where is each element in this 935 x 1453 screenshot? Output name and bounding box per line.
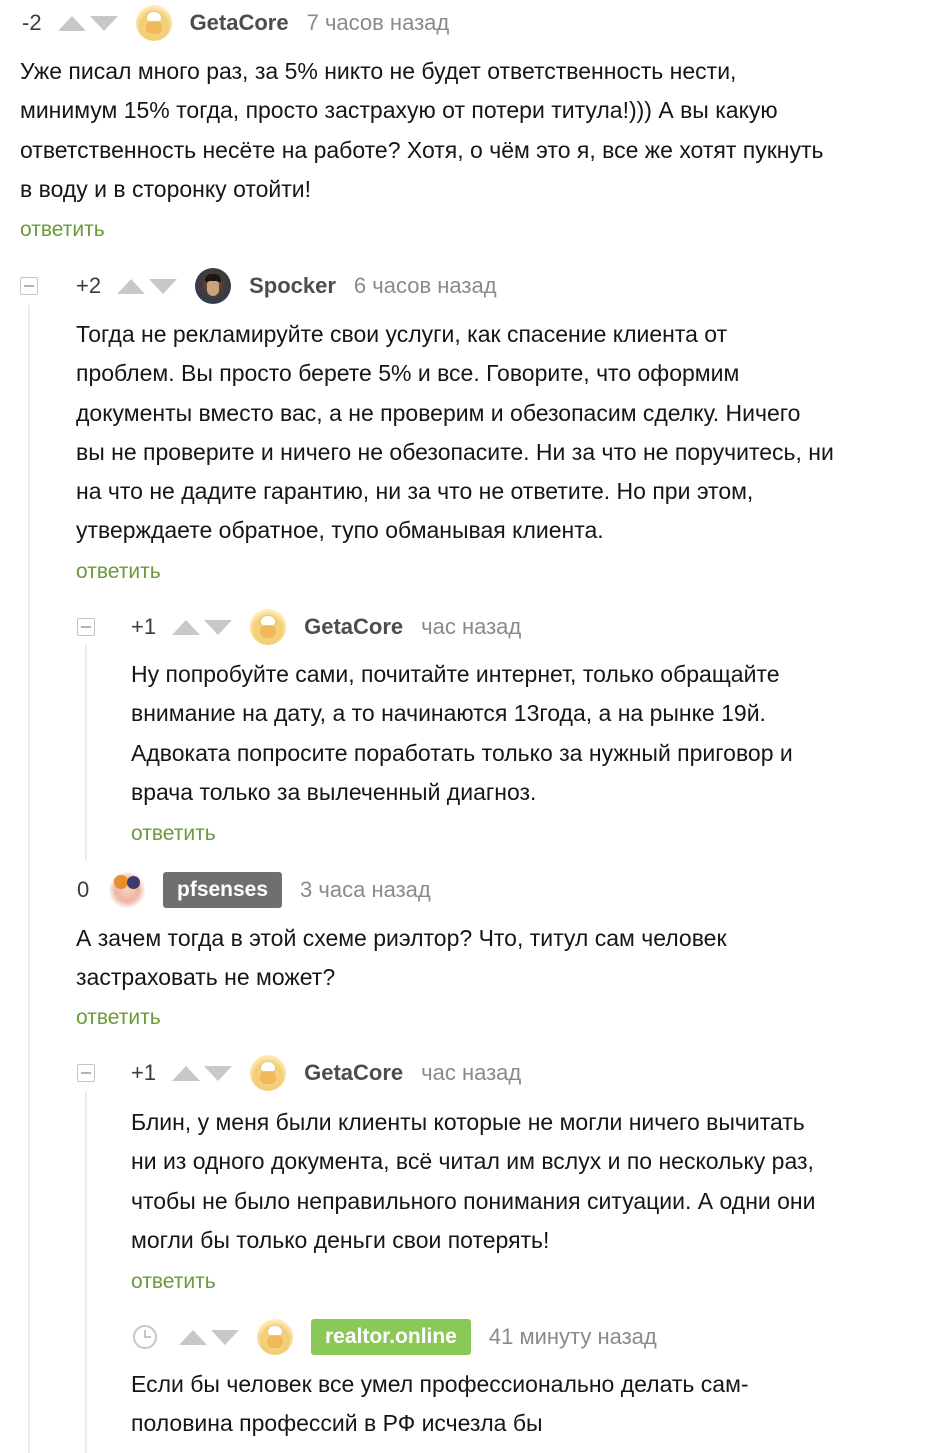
thread-line — [28, 305, 30, 1453]
vote-up-icon[interactable] — [172, 619, 201, 635]
thread-line — [85, 645, 87, 860]
comment-header: +2 Spocker 6 часов назад — [20, 266, 497, 306]
vote-down-icon[interactable] — [149, 278, 178, 294]
comment-header: +1 GetaCore час назад — [77, 607, 521, 647]
clock-icon — [133, 1325, 157, 1349]
comment-text: Уже писал много раз, за 5% никто не буде… — [20, 58, 824, 202]
comment-rating: 0 — [77, 877, 90, 902]
comment-author[interactable]: GetaCore — [304, 614, 403, 640]
comment-text: Если бы человек все умел профессионально… — [131, 1371, 749, 1437]
comment-time[interactable]: 7 часов назад — [307, 10, 450, 36]
comment-author[interactable]: GetaCore — [304, 1060, 403, 1086]
author-badge[interactable]: pfsenses — [163, 872, 283, 908]
vote-down-icon[interactable] — [204, 1065, 233, 1081]
comment-time[interactable]: 6 часов назад — [354, 273, 497, 299]
comment-header: +1 GetaCore час назад — [77, 1053, 521, 1093]
comment-time[interactable]: 41 минуту назад — [489, 1324, 657, 1350]
collapse-icon[interactable] — [77, 618, 95, 636]
comment-time[interactable]: час назад — [421, 614, 521, 640]
comment-text: Тогда не рекламируйте свои услуги, как с… — [76, 321, 834, 544]
vote-up-icon[interactable] — [172, 1065, 201, 1081]
comment-time[interactable]: 3 часа назад — [300, 877, 431, 903]
comment-header: realtor.online 41 минуту назад — [133, 1317, 657, 1357]
comment-author[interactable]: Spocker — [249, 273, 336, 299]
comment-rating: -2 — [22, 10, 42, 35]
comment-rating: +1 — [131, 1060, 157, 1085]
vote-up-icon[interactable] — [57, 15, 86, 31]
reply-button[interactable]: ответить — [20, 218, 105, 242]
pfsenses-avatar-icon[interactable] — [109, 872, 145, 908]
default-avatar-icon[interactable] — [250, 609, 287, 645]
comment-header: 0 pfsenses 3 часа назад — [77, 870, 431, 910]
reply-button[interactable]: ответить — [131, 1270, 216, 1294]
comment-rating: +2 — [76, 273, 102, 298]
comment-text: Ну попробуйте сами, почитайте интернет, … — [131, 661, 793, 805]
comment-text: А зачем тогда в этой схеме риэлтор? Что,… — [76, 925, 727, 991]
vote-down-icon[interactable] — [89, 15, 118, 31]
reply-button[interactable]: ответить — [76, 560, 161, 584]
comment-text: Блин, у меня были клиенты которые не мог… — [131, 1109, 816, 1253]
default-avatar-icon[interactable] — [257, 1319, 293, 1355]
collapse-icon[interactable] — [20, 277, 38, 295]
spocker-avatar-icon[interactable] — [195, 268, 232, 304]
reply-button[interactable]: ответить — [131, 822, 216, 846]
collapse-icon[interactable] — [77, 1064, 95, 1082]
vote-up-icon[interactable] — [179, 1329, 207, 1345]
thread-line — [85, 1092, 87, 1453]
default-avatar-icon[interactable] — [135, 5, 172, 41]
vote-down-icon[interactable] — [211, 1329, 239, 1345]
reply-button[interactable]: ответить — [76, 1006, 161, 1030]
comment-time[interactable]: час назад — [421, 1060, 521, 1086]
vote-up-icon[interactable] — [117, 278, 146, 294]
comment-author[interactable]: GetaCore — [190, 10, 289, 36]
vote-down-icon[interactable] — [204, 619, 233, 635]
default-avatar-icon[interactable] — [250, 1055, 287, 1091]
comment-rating: +1 — [131, 614, 157, 639]
comment-header: -2 GetaCore 7 часов назад — [22, 3, 449, 43]
author-badge[interactable]: realtor.online — [311, 1319, 471, 1355]
